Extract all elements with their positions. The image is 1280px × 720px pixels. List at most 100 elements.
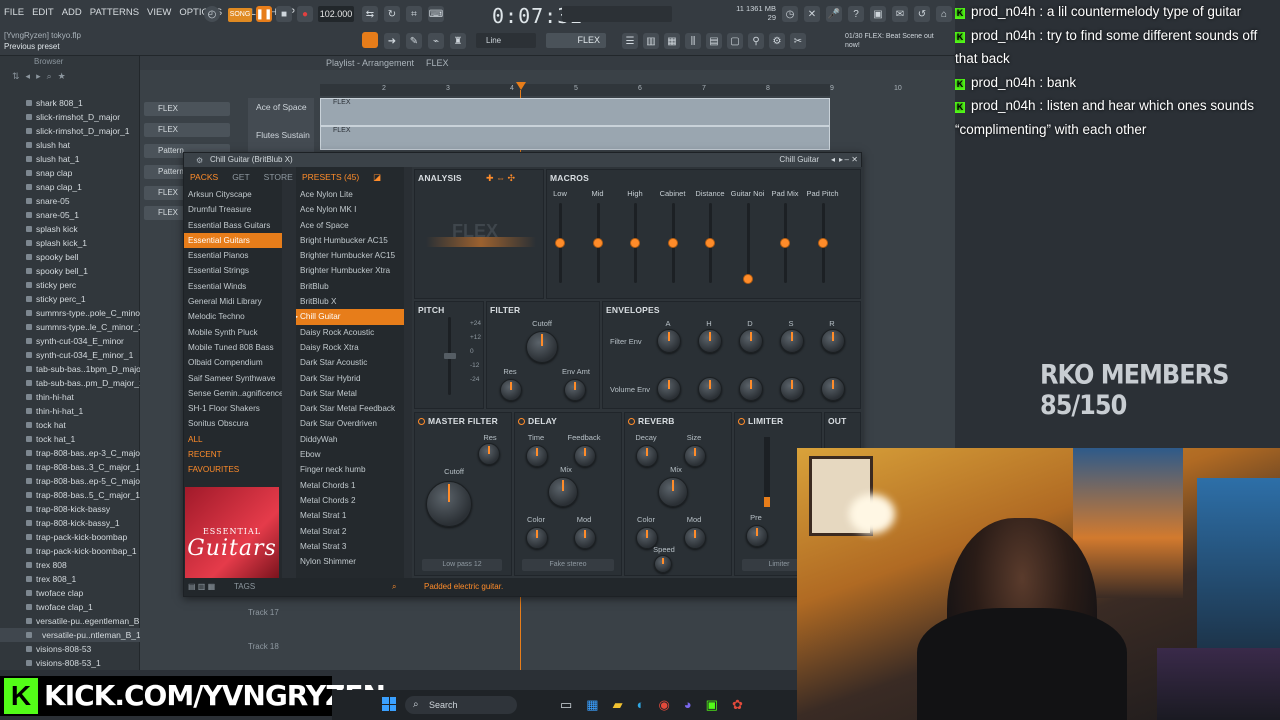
envelope-knob[interactable] [739, 377, 763, 401]
envelope-knob[interactable] [821, 329, 845, 353]
search-icon[interactable]: ⌕ [392, 578, 396, 596]
preset-item[interactable]: Metal Chords 1 [296, 478, 404, 493]
macro-slider-thumb[interactable] [780, 238, 790, 248]
power-icon[interactable] [418, 418, 425, 426]
envelope-knob[interactable] [739, 329, 763, 353]
pack-item[interactable]: SH-1 Floor Shakers [184, 401, 282, 416]
pack-item[interactable]: Essential Guitars [184, 232, 282, 249]
browser-item[interactable]: trex 808_1 [0, 572, 140, 586]
browser-item[interactable]: shark 808_1 [0, 96, 140, 110]
file-explorer-icon[interactable]: ▰ [613, 697, 623, 713]
pack-item[interactable]: General Midi Library [184, 294, 282, 309]
back-icon[interactable]: ◂ [26, 71, 31, 82]
forward-icon[interactable]: ▸ [36, 71, 41, 82]
playhead-marker[interactable] [516, 82, 526, 90]
preset-item[interactable]: Chill Guitar [296, 309, 404, 325]
snap-selector[interactable]: Line [476, 33, 536, 48]
pitch-wheel-handle[interactable] [444, 353, 456, 359]
browser-item[interactable]: tock hat [0, 418, 140, 432]
browser-item[interactable]: tock hat_1 [0, 432, 140, 446]
delay-mix-knob[interactable] [548, 477, 578, 507]
browser-item[interactable]: sticky perc_1 [0, 292, 140, 306]
preset-item[interactable]: Daisy Rock Xtra [296, 340, 404, 355]
browser-item[interactable]: versatile-pu..ntleman_B_1 [0, 628, 140, 642]
preset-item[interactable]: Dark Star Acoustic [296, 355, 404, 370]
arrows-icon[interactable]: ⇅ [12, 71, 20, 82]
delay-color-knob[interactable] [526, 527, 548, 549]
preset-item[interactable]: Nylon Shimmer [296, 554, 404, 569]
menu-item[interactable]: EDIT [28, 4, 58, 22]
preset-item[interactable]: DiddyWah [296, 432, 404, 447]
menu-item[interactable]: ADD [58, 4, 86, 22]
browser-item[interactable]: summrs-type..le_C_minor_1 [0, 320, 140, 334]
pencil-icon[interactable]: ✎ [406, 33, 422, 49]
save-icon[interactable]: ▣ [870, 6, 886, 22]
close-tool-icon[interactable]: ✕ [804, 6, 820, 22]
browser-item[interactable]: tab-sub-bas..pm_D_major_1 [0, 376, 140, 390]
envelope-knob[interactable] [657, 329, 681, 353]
analysis-title[interactable]: ANALYSIS [418, 173, 462, 183]
envelope-knob[interactable] [780, 329, 804, 353]
limiter-pre-knob[interactable] [746, 525, 768, 547]
pack-item[interactable]: Essential Winds [184, 279, 282, 294]
track-header[interactable]: Flutes Sustain [248, 126, 314, 154]
pack-item[interactable]: Essential Bass Guitars [184, 218, 282, 233]
browser-item[interactable]: spooky bell [0, 250, 140, 264]
macro-slider-thumb[interactable] [705, 238, 715, 248]
browser-item[interactable]: slick-rimshot_D_major_1 [0, 124, 140, 138]
pause-icon[interactable]: ❚❚ [256, 6, 272, 22]
browser-item[interactable]: summrs-type..pole_C_minor [0, 306, 140, 320]
menu-item[interactable]: VIEW [143, 4, 175, 22]
help-icon[interactable]: ? [848, 6, 864, 22]
macro-slider[interactable] [746, 203, 750, 283]
browser-item[interactable]: trap-808-bas..ep-5_C_major [0, 474, 140, 488]
pack-item[interactable]: ALL [184, 432, 282, 447]
browser-item[interactable]: trap-pack-kick-boombap [0, 530, 140, 544]
macro-slider-thumb[interactable] [592, 238, 603, 248]
pack-item[interactable]: Sense Gemin..agnificence [184, 386, 282, 401]
pack-item[interactable]: Olbaid Compendium [184, 355, 282, 370]
browser-item[interactable]: twoface clap_1 [0, 600, 140, 614]
browser-item[interactable]: slick-rimshot_D_major [0, 110, 140, 124]
reverb-mix-knob[interactable] [658, 477, 688, 507]
home-icon[interactable]: ⌂ [936, 6, 952, 22]
pack-item[interactable]: FAVOURITES [184, 462, 282, 477]
pattern-selector[interactable]: FLEX [546, 33, 606, 48]
envelope-knob[interactable] [698, 377, 722, 401]
mixer-icon[interactable]: ⫼ [685, 33, 701, 49]
reverb-speed-knob[interactable] [654, 555, 672, 573]
envelope-knob[interactable] [821, 377, 845, 401]
envelope-knob[interactable] [657, 377, 681, 401]
link-icon[interactable]: ⌁ [428, 33, 444, 49]
menu-item[interactable]: FILE [0, 4, 28, 22]
discord-icon[interactable]: ◕ [684, 697, 692, 713]
taskbar-search[interactable]: ⌕ Search [405, 696, 517, 714]
browser-item[interactable]: trap-808-kick-bassy_1 [0, 516, 140, 530]
tab-get[interactable]: GET [232, 167, 249, 187]
tempo-display[interactable]: 102.000 [318, 6, 354, 22]
browser-item[interactable]: twoface clap [0, 586, 140, 600]
browser-item[interactable]: thin-hi-hat_1 [0, 404, 140, 418]
preset-item[interactable]: Dark Star Metal Feedback [296, 401, 404, 416]
browser-item[interactable]: trap-808-bas..5_C_major_1 [0, 488, 140, 502]
chat-icon[interactable]: ✉ [892, 6, 908, 22]
metronome-icon[interactable]: ◴ [204, 6, 220, 22]
arrow-icon[interactable]: ➜ [384, 33, 400, 49]
pattern-button[interactable]: FLEX [144, 123, 230, 137]
browser-item[interactable]: sticky perc [0, 278, 140, 292]
browser-icon[interactable]: ▢ [727, 33, 743, 49]
preset-item[interactable]: BritBlub X [296, 294, 404, 309]
browser-item[interactable]: versatile-pu..egentleman_B [0, 614, 140, 628]
news-ticker[interactable]: 01/30 FLEX: Beat Scene out now! [845, 32, 945, 50]
delay-mode-selector[interactable]: Fake stereo [522, 559, 614, 571]
browser-item[interactable]: trap-808-bas..ep-3_C_major [0, 446, 140, 460]
reverb-decay-knob[interactable] [636, 445, 658, 467]
browser-item[interactable]: trap-808-kick-bassy [0, 502, 140, 516]
pack-item[interactable]: Arksun Cityscape [184, 187, 282, 202]
record-icon[interactable]: ● [297, 6, 313, 22]
delay-time-knob[interactable] [526, 445, 548, 467]
typing-keyboard-icon[interactable]: ⌨ [428, 6, 444, 22]
piano-roll-icon[interactable]: ▥ [643, 33, 659, 49]
browser-item[interactable]: trap-pack-kick-boombap_1 [0, 544, 140, 558]
delay-feedback-knob[interactable] [574, 445, 596, 467]
